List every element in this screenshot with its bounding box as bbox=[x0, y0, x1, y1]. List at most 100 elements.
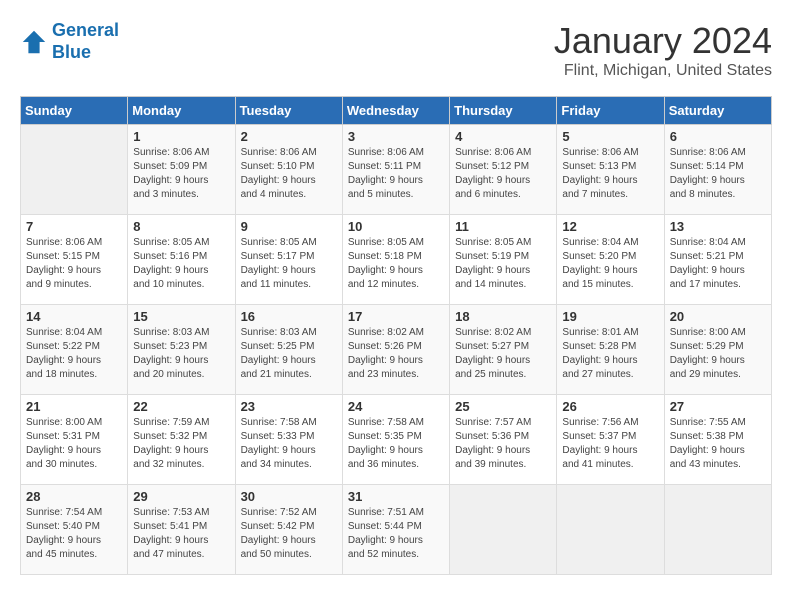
week-row-3: 14 Sunrise: 8:04 AM Sunset: 5:22 PM Dayli… bbox=[21, 305, 772, 395]
calendar-cell: 5 Sunrise: 8:06 AM Sunset: 5:13 PM Daylig… bbox=[557, 125, 664, 215]
calendar-cell: 4 Sunrise: 8:06 AM Sunset: 5:12 PM Daylig… bbox=[450, 125, 557, 215]
day-number: 21 bbox=[26, 399, 122, 414]
logo-icon bbox=[20, 28, 48, 56]
day-info: Sunrise: 8:05 AM Sunset: 5:18 PM Dayligh… bbox=[348, 236, 444, 292]
day-info: Sunrise: 8:00 AM Sunset: 5:29 PM Dayligh… bbox=[670, 326, 766, 382]
day-number: 3 bbox=[348, 129, 444, 144]
calendar-cell: 22 Sunrise: 7:59 AM Sunset: 5:32 PM Dayli… bbox=[128, 395, 235, 485]
day-info: Sunrise: 8:06 AM Sunset: 5:10 PM Dayligh… bbox=[241, 146, 337, 202]
header-row: SundayMondayTuesdayWednesdayThursdayFrid… bbox=[21, 97, 772, 125]
day-number: 30 bbox=[241, 489, 337, 504]
calendar-cell bbox=[21, 125, 128, 215]
calendar-cell: 2 Sunrise: 8:06 AM Sunset: 5:10 PM Daylig… bbox=[235, 125, 342, 215]
weekday-header-thursday: Thursday bbox=[450, 97, 557, 125]
calendar-cell: 3 Sunrise: 8:06 AM Sunset: 5:11 PM Daylig… bbox=[342, 125, 449, 215]
day-info: Sunrise: 7:55 AM Sunset: 5:38 PM Dayligh… bbox=[670, 416, 766, 472]
weekday-header-saturday: Saturday bbox=[664, 97, 771, 125]
calendar-cell: 1 Sunrise: 8:06 AM Sunset: 5:09 PM Daylig… bbox=[128, 125, 235, 215]
calendar-table: SundayMondayTuesdayWednesdayThursdayFrid… bbox=[20, 96, 772, 575]
weekday-header-tuesday: Tuesday bbox=[235, 97, 342, 125]
calendar-cell: 13Sunrise: 8:04 AM Sunset: 5:21 PM Dayli… bbox=[664, 215, 771, 305]
day-info: Sunrise: 7:53 AM Sunset: 5:41 PM Dayligh… bbox=[133, 506, 229, 562]
day-number: 23 bbox=[241, 399, 337, 414]
calendar-cell: 10Sunrise: 8:05 AM Sunset: 5:18 PM Dayli… bbox=[342, 215, 449, 305]
day-info: Sunrise: 7:57 AM Sunset: 5:36 PM Dayligh… bbox=[455, 416, 551, 472]
calendar-cell: 17Sunrise: 8:02 AM Sunset: 5:26 PM Dayli… bbox=[342, 305, 449, 395]
day-info: Sunrise: 8:05 AM Sunset: 5:17 PM Dayligh… bbox=[241, 236, 337, 292]
day-number: 17 bbox=[348, 309, 444, 324]
day-number: 11 bbox=[455, 219, 551, 234]
day-number: 19 bbox=[562, 309, 658, 324]
week-row-2: 7Sunrise: 8:06 AM Sunset: 5:15 PM Daylig… bbox=[21, 215, 772, 305]
day-info: Sunrise: 8:06 AM Sunset: 5:13 PM Dayligh… bbox=[562, 146, 658, 202]
calendar-cell: 16 Sunrise: 8:03 AM Sunset: 5:25 PM Dayli… bbox=[235, 305, 342, 395]
calendar-subtitle: Flint, Michigan, United States bbox=[554, 62, 772, 80]
week-row-4: 21Sunrise: 8:00 AM Sunset: 5:31 PM Dayli… bbox=[21, 395, 772, 485]
day-info: Sunrise: 8:06 AM Sunset: 5:11 PM Dayligh… bbox=[348, 146, 444, 202]
day-number: 20 bbox=[670, 309, 766, 324]
day-info: Sunrise: 8:04 AM Sunset: 5:20 PM Dayligh… bbox=[562, 236, 658, 292]
weekday-header-wednesday: Wednesday bbox=[342, 97, 449, 125]
calendar-title: January 2024 bbox=[554, 20, 772, 62]
day-number: 24 bbox=[348, 399, 444, 414]
header: General Blue January 2024 Flint, Michiga… bbox=[20, 20, 772, 80]
day-number: 12 bbox=[562, 219, 658, 234]
logo-blue: Blue bbox=[52, 42, 91, 62]
calendar-cell: 23 Sunrise: 7:58 AM Sunset: 5:33 PM Dayli… bbox=[235, 395, 342, 485]
day-number: 2 bbox=[241, 129, 337, 144]
weekday-header-sunday: Sunday bbox=[21, 97, 128, 125]
day-number: 28 bbox=[26, 489, 122, 504]
day-info: Sunrise: 8:04 AM Sunset: 5:22 PM Dayligh… bbox=[26, 326, 122, 382]
day-number: 9 bbox=[241, 219, 337, 234]
calendar-cell: 14 Sunrise: 8:04 AM Sunset: 5:22 PM Dayli… bbox=[21, 305, 128, 395]
calendar-cell: 28 Sunrise: 7:54 AM Sunset: 5:40 PM Dayli… bbox=[21, 485, 128, 575]
day-number: 15 bbox=[133, 309, 229, 324]
calendar-cell: 19Sunrise: 8:01 AM Sunset: 5:28 PM Dayli… bbox=[557, 305, 664, 395]
day-number: 1 bbox=[133, 129, 229, 144]
day-number: 29 bbox=[133, 489, 229, 504]
title-area: January 2024 Flint, Michigan, United Sta… bbox=[554, 20, 772, 80]
day-info: Sunrise: 8:05 AM Sunset: 5:16 PM Dayligh… bbox=[133, 236, 229, 292]
day-info: Sunrise: 8:06 AM Sunset: 5:15 PM Dayligh… bbox=[26, 236, 122, 292]
day-info: Sunrise: 8:06 AM Sunset: 5:12 PM Dayligh… bbox=[455, 146, 551, 202]
calendar-cell: 7Sunrise: 8:06 AM Sunset: 5:15 PM Daylig… bbox=[21, 215, 128, 305]
calendar-cell: 20 Sunrise: 8:00 AM Sunset: 5:29 PM Dayli… bbox=[664, 305, 771, 395]
day-number: 8 bbox=[133, 219, 229, 234]
day-info: Sunrise: 7:51 AM Sunset: 5:44 PM Dayligh… bbox=[348, 506, 444, 562]
day-info: Sunrise: 7:58 AM Sunset: 5:35 PM Dayligh… bbox=[348, 416, 444, 472]
day-number: 14 bbox=[26, 309, 122, 324]
day-number: 26 bbox=[562, 399, 658, 414]
calendar-cell: 31 Sunrise: 7:51 AM Sunset: 5:44 PM Dayli… bbox=[342, 485, 449, 575]
calendar-cell: 21Sunrise: 8:00 AM Sunset: 5:31 PM Dayli… bbox=[21, 395, 128, 485]
calendar-cell: 25 Sunrise: 7:57 AM Sunset: 5:36 PM Dayli… bbox=[450, 395, 557, 485]
day-number: 5 bbox=[562, 129, 658, 144]
calendar-cell: 6Sunrise: 8:06 AM Sunset: 5:14 PM Daylig… bbox=[664, 125, 771, 215]
calendar-cell bbox=[557, 485, 664, 575]
logo-general: General bbox=[52, 20, 119, 40]
day-info: Sunrise: 8:06 AM Sunset: 5:09 PM Dayligh… bbox=[133, 146, 229, 202]
day-info: Sunrise: 7:59 AM Sunset: 5:32 PM Dayligh… bbox=[133, 416, 229, 472]
week-row-1: 1 Sunrise: 8:06 AM Sunset: 5:09 PM Daylig… bbox=[21, 125, 772, 215]
calendar-cell: 8 Sunrise: 8:05 AM Sunset: 5:16 PM Daylig… bbox=[128, 215, 235, 305]
logo: General Blue bbox=[20, 20, 119, 63]
day-number: 27 bbox=[670, 399, 766, 414]
calendar-cell: 27 Sunrise: 7:55 AM Sunset: 5:38 PM Dayli… bbox=[664, 395, 771, 485]
calendar-cell: 18Sunrise: 8:02 AM Sunset: 5:27 PM Dayli… bbox=[450, 305, 557, 395]
day-info: Sunrise: 8:03 AM Sunset: 5:23 PM Dayligh… bbox=[133, 326, 229, 382]
week-row-5: 28 Sunrise: 7:54 AM Sunset: 5:40 PM Dayli… bbox=[21, 485, 772, 575]
day-number: 4 bbox=[455, 129, 551, 144]
day-info: Sunrise: 8:03 AM Sunset: 5:25 PM Dayligh… bbox=[241, 326, 337, 382]
calendar-cell: 29 Sunrise: 7:53 AM Sunset: 5:41 PM Dayli… bbox=[128, 485, 235, 575]
day-number: 16 bbox=[241, 309, 337, 324]
day-info: Sunrise: 7:58 AM Sunset: 5:33 PM Dayligh… bbox=[241, 416, 337, 472]
day-info: Sunrise: 8:05 AM Sunset: 5:19 PM Dayligh… bbox=[455, 236, 551, 292]
day-number: 25 bbox=[455, 399, 551, 414]
calendar-cell: 30Sunrise: 7:52 AM Sunset: 5:42 PM Dayli… bbox=[235, 485, 342, 575]
day-number: 22 bbox=[133, 399, 229, 414]
day-number: 31 bbox=[348, 489, 444, 504]
weekday-header-friday: Friday bbox=[557, 97, 664, 125]
logo-text: General Blue bbox=[52, 20, 119, 63]
calendar-cell: 12 Sunrise: 8:04 AM Sunset: 5:20 PM Dayli… bbox=[557, 215, 664, 305]
day-info: Sunrise: 7:54 AM Sunset: 5:40 PM Dayligh… bbox=[26, 506, 122, 562]
calendar-cell: 9 Sunrise: 8:05 AM Sunset: 5:17 PM Daylig… bbox=[235, 215, 342, 305]
